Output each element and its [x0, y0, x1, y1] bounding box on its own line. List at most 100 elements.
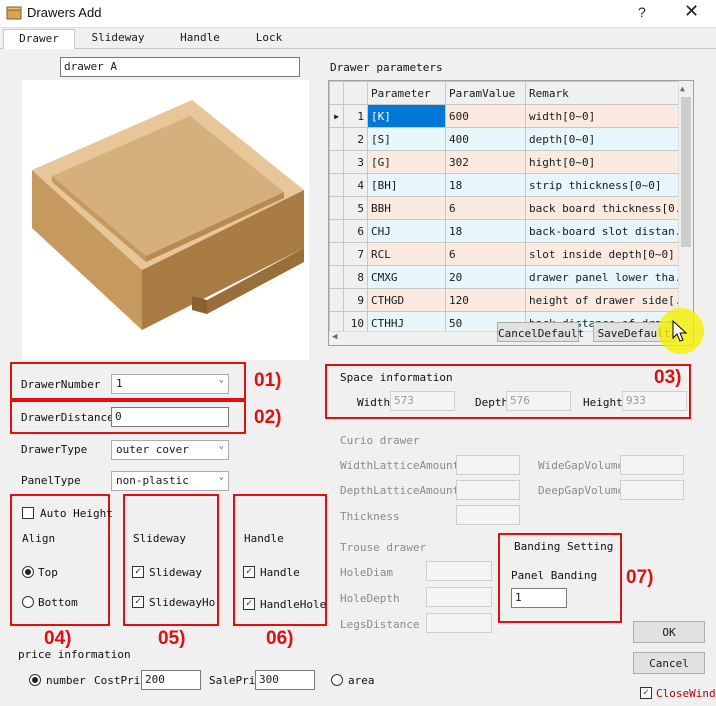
- param-remark-cell[interactable]: height of drawer side[...: [525, 288, 681, 312]
- legs-distance-input: [426, 613, 492, 633]
- params-grid[interactable]: Parameter ParamValue Remark ▶ 1 [K] 600 widt…: [328, 80, 694, 346]
- row-indicator: [329, 219, 344, 243]
- param-value-cell[interactable]: 600: [445, 104, 526, 128]
- auto-height-label: Auto Height: [40, 507, 113, 520]
- drawer-distance-label: DrawerDistance: [21, 411, 114, 424]
- table-row[interactable]: 7 RCL 6 slot inside depth[0~0]: [329, 242, 681, 266]
- row-indicator: ▶: [329, 104, 344, 128]
- param-name-cell[interactable]: [G]: [367, 150, 446, 174]
- param-value-cell[interactable]: 20: [445, 265, 526, 289]
- price-number-radio[interactable]: [29, 674, 41, 686]
- tab-lock[interactable]: Lock: [240, 29, 298, 48]
- panel-type-value: non-plastic: [116, 474, 189, 487]
- table-row[interactable]: 5 BBH 6 back board thickness[0...: [329, 196, 681, 220]
- slideway-hole-label: SlidewayHol: [149, 596, 215, 609]
- param-name-cell[interactable]: [K]: [367, 104, 446, 128]
- price-area-radio[interactable]: [331, 674, 343, 686]
- tab-drawer[interactable]: Drawer: [3, 29, 75, 49]
- close-window-option[interactable]: ✓ CloseWindow: [640, 686, 716, 702]
- handle-hole-label: HandleHole: [260, 598, 327, 611]
- param-value-cell[interactable]: 120: [445, 288, 526, 312]
- handle-hole-checkbox[interactable]: ✓: [243, 598, 255, 610]
- param-remark-cell[interactable]: slot inside depth[0~0]: [525, 242, 681, 266]
- scroll-left-icon[interactable]: ◀: [332, 332, 337, 342]
- panel-type-select[interactable]: non-plastic ⌄: [111, 471, 229, 491]
- tab-slideway[interactable]: Slideway: [80, 29, 156, 48]
- cancel-button[interactable]: Cancel: [633, 652, 705, 674]
- align-bottom-radio[interactable]: [22, 596, 34, 608]
- param-name-cell[interactable]: RCL: [367, 242, 446, 266]
- space-height-label: Height: [583, 396, 623, 409]
- row-number: 1: [343, 104, 368, 128]
- param-remark-cell[interactable]: width[0~0]: [525, 104, 681, 128]
- row-number: 6: [343, 219, 368, 243]
- param-name-cell[interactable]: CHJ: [367, 219, 446, 243]
- table-row[interactable]: ▶ 1 [K] 600 width[0~0]: [329, 104, 681, 128]
- slideway-checkbox[interactable]: ✓: [132, 566, 144, 578]
- param-remark-cell[interactable]: drawer panel lower tha...: [525, 265, 681, 289]
- scroll-thumb[interactable]: [681, 97, 691, 247]
- scroll-up-icon[interactable]: ▲: [680, 84, 685, 93]
- param-name-cell[interactable]: BBH: [367, 196, 446, 220]
- row-indicator: [329, 173, 344, 197]
- drawer-distance-input[interactable]: 0: [111, 407, 229, 427]
- sale-price-input[interactable]: 300: [255, 670, 315, 690]
- drawer-type-select[interactable]: outer cover ⌄: [111, 440, 229, 460]
- param-remark-cell[interactable]: hight[0~0]: [525, 150, 681, 174]
- annotation-07: 07): [626, 567, 654, 588]
- sale-price-label: SalePri: [209, 674, 256, 687]
- param-name-cell[interactable]: [BH]: [367, 173, 446, 197]
- table-row[interactable]: 4 [BH] 18 strip thickness[0~0]: [329, 173, 681, 197]
- param-value-cell[interactable]: 302: [445, 150, 526, 174]
- hole-depth-label: HoleDepth: [340, 592, 400, 605]
- ok-button[interactable]: OK: [633, 621, 705, 643]
- space-height-field: 933: [622, 391, 687, 411]
- param-value-cell[interactable]: 400: [445, 127, 526, 151]
- annotation-04: 04): [44, 628, 72, 649]
- param-name-cell[interactable]: CMXG: [367, 265, 446, 289]
- annotation-03: 03): [654, 367, 682, 388]
- param-value-cell[interactable]: 18: [445, 173, 526, 197]
- drawer-number-label: DrawerNumber: [21, 378, 101, 391]
- banding-title: Banding Setting: [514, 540, 614, 553]
- drawer-3d-image: [32, 100, 304, 330]
- hole-diam-input: [426, 561, 492, 581]
- table-row[interactable]: 2 [S] 400 depth[0~0]: [329, 127, 681, 151]
- grid-corner: [329, 81, 344, 105]
- param-remark-cell[interactable]: back board thickness[0...: [525, 196, 681, 220]
- table-row[interactable]: 9 CTHGD 120 height of drawer side[...: [329, 288, 681, 312]
- panel-banding-input[interactable]: 1: [511, 588, 567, 608]
- param-remark-cell[interactable]: strip thickness[0~0]: [525, 173, 681, 197]
- drawer-number-select[interactable]: 1 ⌄: [111, 374, 229, 394]
- help-button[interactable]: ?: [638, 4, 646, 20]
- tab-handle[interactable]: Handle: [164, 29, 236, 48]
- handle-checkbox[interactable]: ✓: [243, 566, 255, 578]
- slideway-hole-checkbox[interactable]: ✓: [132, 596, 144, 608]
- table-row[interactable]: 6 CHJ 18 back-board slot distan...: [329, 219, 681, 243]
- auto-height-checkbox[interactable]: [22, 507, 34, 519]
- handle-title: Handle: [244, 532, 284, 545]
- param-remark-cell[interactable]: back-board slot distan...: [525, 219, 681, 243]
- param-value-cell[interactable]: 6: [445, 196, 526, 220]
- close-window-icon[interactable]: ✕: [684, 1, 699, 22]
- align-top-radio[interactable]: [22, 566, 34, 578]
- cost-price-input[interactable]: 200: [141, 670, 201, 690]
- align-title: Align: [22, 532, 56, 545]
- cancel-default-button[interactable]: CancelDefault: [497, 322, 584, 342]
- table-row[interactable]: 3 [G] 302 hight[0~0]: [329, 150, 681, 174]
- param-remark-cell[interactable]: depth[0~0]: [525, 127, 681, 151]
- handle-label: Handle: [260, 566, 300, 579]
- close-window-checkbox[interactable]: ✓: [640, 687, 652, 699]
- panel-banding-label: Panel Banding: [511, 569, 598, 582]
- drawer-name-input[interactable]: drawer A: [60, 57, 300, 77]
- legs-distance-label: LegsDistance: [340, 618, 420, 631]
- space-depth-field: 576: [506, 391, 571, 411]
- param-value-cell[interactable]: 18: [445, 219, 526, 243]
- params-vscrollbar[interactable]: ▲: [678, 81, 693, 331]
- param-name-cell[interactable]: CTHGD: [367, 288, 446, 312]
- chevron-down-icon: ⌄: [218, 441, 224, 451]
- params-table: Parameter ParamValue Remark ▶ 1 [K] 600 widt…: [329, 81, 681, 345]
- param-name-cell[interactable]: [S]: [367, 127, 446, 151]
- param-value-cell[interactable]: 6: [445, 242, 526, 266]
- table-row[interactable]: 8 CMXG 20 drawer panel lower tha...: [329, 265, 681, 289]
